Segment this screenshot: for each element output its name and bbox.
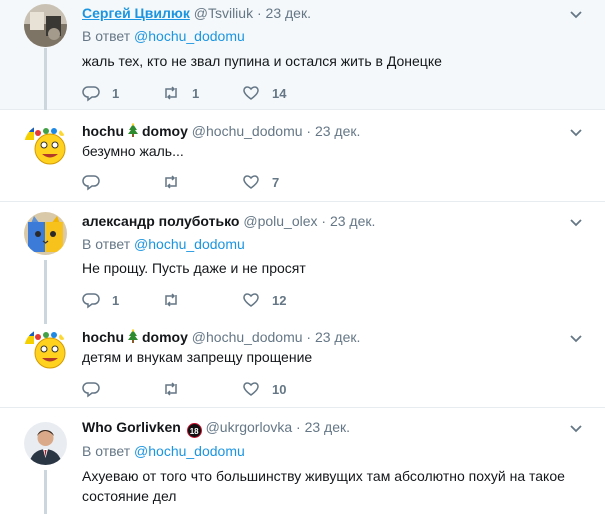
- retweet-button[interactable]: [162, 290, 192, 310]
- heart-icon: [243, 382, 259, 396]
- avatar[interactable]: [24, 4, 67, 47]
- reply-label: В ответ: [82, 28, 131, 44]
- like-count: 14: [272, 85, 287, 101]
- like-count: 10: [272, 381, 287, 397]
- chevron-down-icon[interactable]: [569, 422, 583, 436]
- reply-label: В ответ: [82, 236, 131, 252]
- reply-count: 1: [112, 292, 120, 308]
- reply-button[interactable]: [82, 379, 112, 399]
- reply-icon: [82, 86, 100, 102]
- avatar[interactable]: [24, 422, 67, 465]
- tweet-actions: 1 1 14: [82, 83, 382, 103]
- chevron-down-icon[interactable]: [569, 8, 583, 22]
- user-fullname[interactable]: hochu domoy: [82, 123, 188, 139]
- tweet-header: александр полуботько @polu_olex · 23 дек…: [82, 212, 375, 230]
- user-fullname[interactable]: Сергей Цвилюк: [82, 5, 190, 21]
- chevron-down-icon[interactable]: [569, 126, 583, 140]
- tweet[interactable]: Who Gorlivken 18 @ukrgorlovka · 23 дек. …: [0, 408, 605, 514]
- heart-icon: [243, 293, 259, 307]
- tweet-text: жаль тех, кто не звал пупина и остался ж…: [82, 53, 442, 69]
- retweet-button[interactable]: [162, 172, 192, 192]
- tweet-header: hochu domoy @hochu_dodomu · 23 дек.: [82, 328, 360, 346]
- christmas-tree-icon: [128, 123, 138, 137]
- like-button[interactable]: 12: [242, 290, 286, 310]
- age-18-badge-icon: 18: [186, 423, 202, 438]
- thread-line: [44, 470, 47, 514]
- reply-icon: [82, 175, 100, 191]
- tweet[interactable]: Сергей Цвилюк @Tsviliuk · 23 дек. В отве…: [0, 0, 605, 110]
- reply-handle-link[interactable]: @hochu_dodomu: [134, 443, 245, 459]
- reply-button[interactable]: 1: [82, 83, 119, 103]
- fullname-part1: hochu: [82, 329, 124, 345]
- user-handle[interactable]: @hochu_dodomu: [192, 123, 303, 139]
- christmas-tree-icon: [128, 329, 138, 343]
- tweet-date[interactable]: · 23 дек.: [257, 5, 311, 21]
- thread-line: [44, 260, 47, 324]
- chevron-down-icon[interactable]: [569, 216, 583, 230]
- avatar[interactable]: [24, 328, 67, 371]
- tweet-text: Не прощу. Пусть даже и не просят: [82, 260, 306, 276]
- retweet-icon: [165, 86, 177, 100]
- fullname-part1: hochu: [82, 123, 124, 139]
- like-button[interactable]: 7: [242, 172, 279, 192]
- retweet-button[interactable]: [162, 379, 192, 399]
- retweet-icon: [165, 175, 177, 189]
- user-handle[interactable]: @polu_olex: [243, 213, 317, 229]
- user-fullname[interactable]: hochu domoy: [82, 329, 188, 345]
- like-button[interactable]: 10: [242, 379, 286, 399]
- heart-icon: [243, 175, 259, 189]
- tweet-actions: 7: [82, 172, 382, 192]
- heart-icon: [243, 86, 259, 100]
- tweet-header: Who Gorlivken 18 @ukrgorlovka · 23 дек.: [82, 418, 350, 438]
- reply-context: В ответ @hochu_dodomu: [82, 27, 245, 45]
- tweet-text: безумно жаль...: [82, 143, 184, 159]
- tweet-text: Ахуеваю от того что большинству живущих …: [82, 468, 565, 504]
- fullname-part2: domoy: [142, 123, 188, 139]
- tweet-header: Сергей Цвилюк @Tsviliuk · 23 дек.: [82, 4, 311, 22]
- avatar[interactable]: [24, 124, 67, 167]
- retweet-icon: [165, 382, 177, 396]
- tweet-date[interactable]: · 23 дек.: [306, 329, 360, 345]
- tweet-actions: 10: [82, 379, 382, 399]
- avatar[interactable]: [24, 212, 67, 255]
- tweet-date[interactable]: · 23 дек.: [321, 213, 375, 229]
- reply-context: В ответ @hochu_dodomu: [82, 442, 245, 460]
- user-handle[interactable]: @hochu_dodomu: [192, 329, 303, 345]
- tweet-header: hochu domoy @hochu_dodomu · 23 дек.: [82, 122, 360, 140]
- reply-button[interactable]: [82, 172, 112, 192]
- reply-context: В ответ @hochu_dodomu: [82, 235, 245, 253]
- like-count: 7: [272, 174, 280, 190]
- tweet-text: детям и внукам запрещу прощение: [82, 349, 313, 365]
- user-handle[interactable]: @Tsviliuk: [194, 5, 253, 21]
- tweet[interactable]: hochu domoy @hochu_dodomu · 23 дек. детям…: [0, 318, 605, 408]
- chevron-down-icon[interactable]: [569, 332, 583, 346]
- like-count: 12: [272, 292, 287, 308]
- retweet-button[interactable]: 1: [162, 83, 199, 103]
- retweet-icon: [165, 293, 177, 307]
- reply-handle-link[interactable]: @hochu_dodomu: [134, 28, 245, 44]
- tweet-date[interactable]: · 23 дек.: [306, 123, 360, 139]
- thread-line: [44, 48, 47, 110]
- reply-handle-link[interactable]: @hochu_dodomu: [134, 236, 245, 252]
- fullname-part2: domoy: [142, 329, 188, 345]
- tweet-date[interactable]: · 23 дек.: [296, 419, 350, 435]
- tweet[interactable]: александр полуботько @polu_olex · 23 дек…: [0, 202, 605, 324]
- reply-button[interactable]: 1: [82, 290, 119, 310]
- like-button[interactable]: 14: [242, 83, 286, 103]
- reply-label: В ответ: [82, 443, 131, 459]
- user-handle[interactable]: @ukrgorlovka: [206, 419, 293, 435]
- reply-count: 1: [112, 85, 120, 101]
- user-fullname[interactable]: александр полуботько: [82, 213, 239, 229]
- tweet[interactable]: hochu domoy @hochu_dodomu · 23 дек. безум…: [0, 110, 605, 202]
- user-fullname[interactable]: Who Gorlivken: [82, 419, 181, 435]
- tweet-actions: 1 12: [82, 290, 382, 310]
- reply-icon: [82, 293, 100, 309]
- conversation-timeline: Сергей Цвилюк @Tsviliuk · 23 дек. В отве…: [0, 0, 605, 514]
- reply-icon: [82, 382, 100, 398]
- retweet-count: 1: [192, 85, 200, 101]
